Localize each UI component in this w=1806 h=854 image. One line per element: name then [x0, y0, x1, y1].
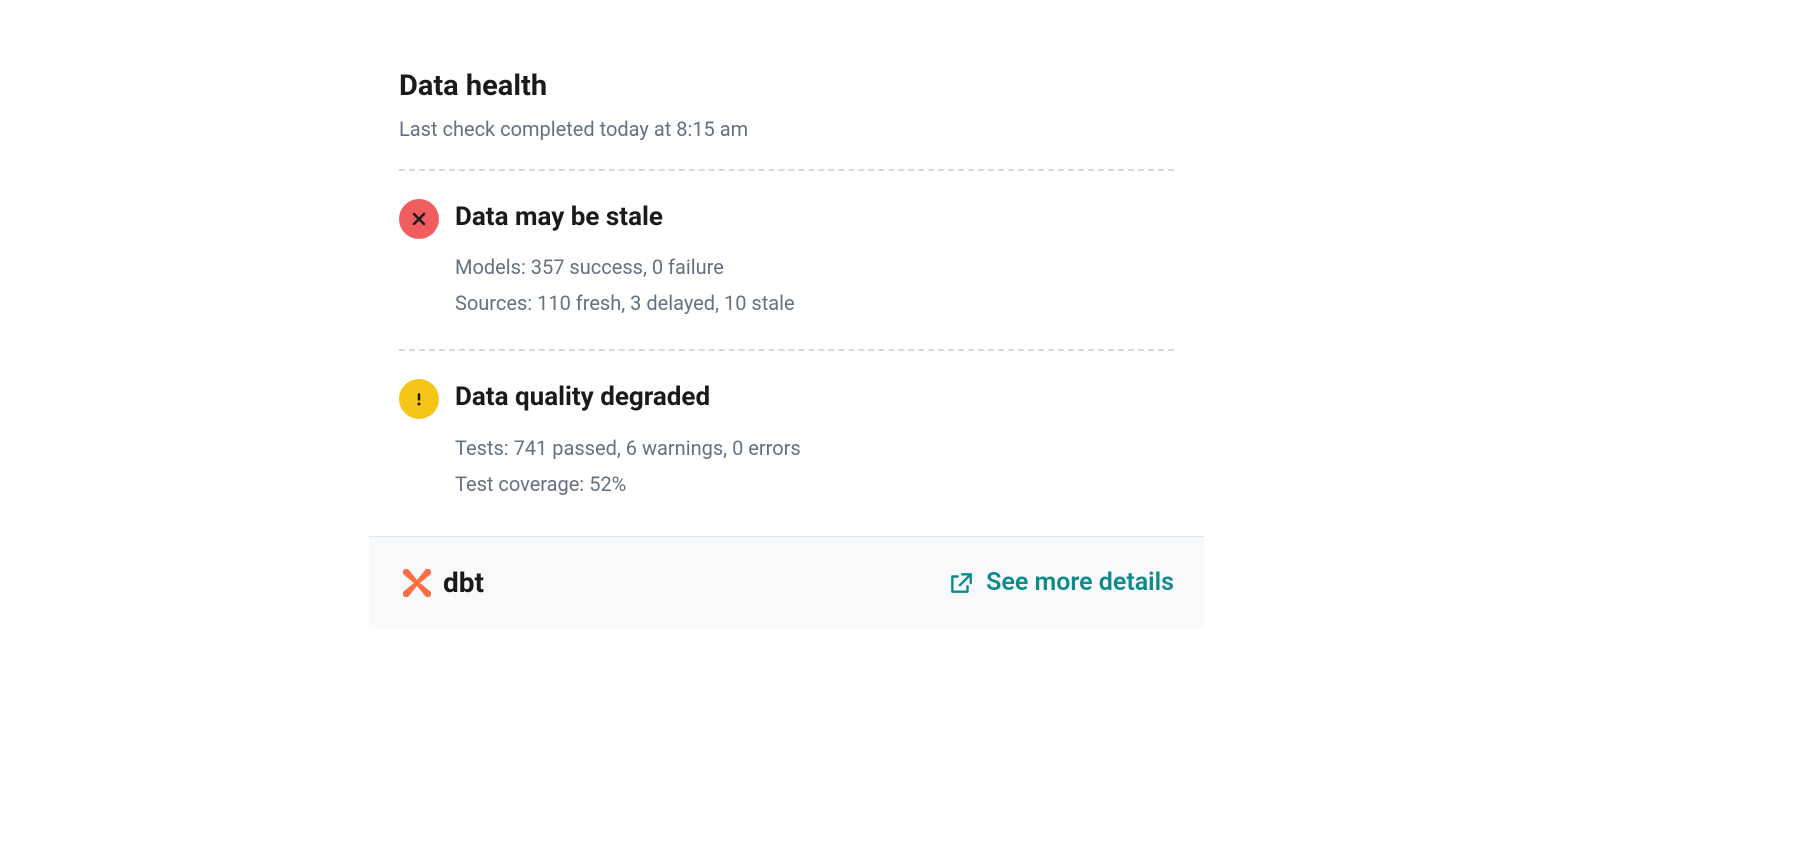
quality-degraded-section: Data quality degraded Tests: 741 passed,… — [369, 351, 1204, 529]
quality-degraded-title: Data quality degraded — [455, 379, 1174, 415]
warning-icon — [399, 379, 439, 419]
data-health-card: Data health Last check completed today a… — [369, 69, 1204, 629]
quality-degraded-content: Data quality degraded Tests: 741 passed,… — [455, 379, 1174, 501]
dbt-logo-text: dbt — [443, 566, 484, 599]
see-more-details-link[interactable]: See more details — [948, 568, 1174, 597]
stale-data-content: Data may be stale Models: 357 success, 0… — [455, 199, 1174, 321]
stale-data-section: Data may be stale Models: 357 success, 0… — [369, 171, 1204, 349]
card-title: Data health — [399, 69, 1174, 103]
stale-data-title: Data may be stale — [455, 199, 1174, 235]
error-icon — [399, 199, 439, 239]
tests-detail: Tests: 741 passed, 6 warnings, 0 errors — [455, 430, 1174, 466]
models-detail: Models: 357 success, 0 failure — [455, 249, 1174, 285]
dbt-logo: dbt — [399, 565, 484, 601]
dbt-logo-icon — [399, 565, 435, 601]
external-link-icon — [948, 570, 974, 596]
sources-detail: Sources: 110 fresh, 3 delayed, 10 stale — [455, 285, 1174, 321]
see-more-details-label: See more details — [986, 568, 1174, 597]
coverage-detail: Test coverage: 52% — [455, 466, 1174, 502]
last-check-timestamp: Last check completed today at 8:15 am — [399, 117, 1174, 141]
card-header: Data health Last check completed today a… — [369, 69, 1204, 169]
card-footer: dbt See more details — [369, 536, 1204, 629]
